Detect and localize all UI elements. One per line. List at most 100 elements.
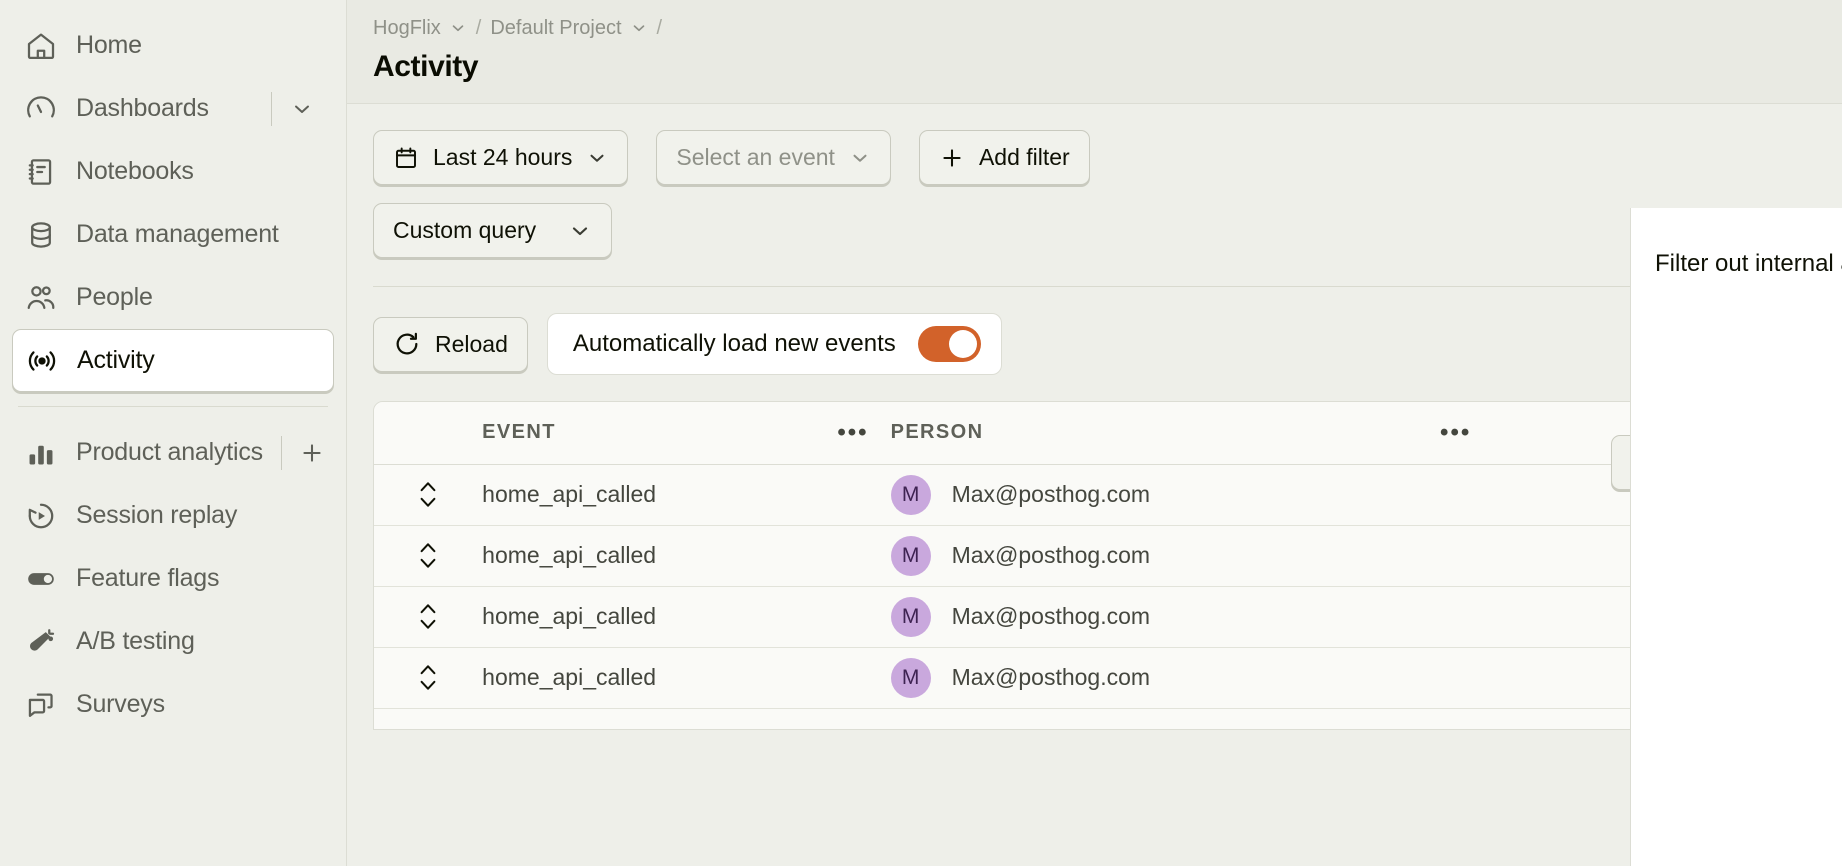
cell-person: M Max@posthog.com: [890, 525, 1494, 587]
sidebar-item-surveys[interactable]: Surveys: [12, 673, 334, 736]
dashboard-gauge-icon: [24, 92, 58, 126]
sidebar-item-session-replay[interactable]: Session replay: [12, 484, 334, 547]
person-email[interactable]: Max@posthog.com: [952, 481, 1151, 508]
avatar: M: [890, 474, 931, 515]
filter-internal-test-users-label: Filter out internal and te: [1655, 250, 1842, 277]
sidebar-item-label: A/B testing: [76, 627, 195, 655]
breadcrumb-project[interactable]: Default Project: [490, 17, 647, 40]
cell-event: home_api_called: [482, 647, 891, 709]
reload-label: Reload: [435, 330, 508, 357]
actions-row: Reload Automatically load new events: [347, 287, 1842, 375]
app-root: Home Dashboards Notebooks Data managemen…: [0, 0, 1842, 866]
date-range-label: Last 24 hours: [433, 144, 573, 170]
column-header-event-label: EVENT: [482, 421, 556, 444]
cell-expand[interactable]: [374, 464, 483, 526]
expand-row-icon[interactable]: [374, 602, 482, 631]
sidebar-item-label: Product analytics: [76, 438, 263, 466]
sidebar-dashboards-actions: [270, 89, 323, 129]
chevron-down-icon: [586, 147, 608, 169]
cell-person: M Max@posthog.com: [890, 464, 1494, 526]
date-range-filter[interactable]: Last 24 hours: [373, 130, 629, 185]
expand-row-icon[interactable]: [374, 663, 482, 692]
sidebar-item-home[interactable]: Home: [12, 14, 334, 77]
sidebar-item-label: Surveys: [76, 690, 165, 718]
query-kind-label: Custom query: [393, 217, 537, 243]
sidebar-item-activity[interactable]: Activity: [12, 329, 334, 392]
toggle-knob: [948, 330, 977, 358]
sidebar-item-ab-testing[interactable]: A/B testing: [12, 610, 334, 673]
avatar: M: [890, 596, 931, 637]
cell-person: M Max@posthog.com: [890, 647, 1494, 709]
chevron-down-icon: [568, 219, 592, 243]
event-select-label: Select an event: [676, 144, 835, 170]
refresh-icon: [393, 330, 421, 358]
cell-event: home_api_called: [482, 586, 891, 648]
toggle-switch[interactable]: [917, 326, 981, 362]
top-bar: HogFlix / Default Project / Activity: [347, 0, 1842, 104]
breadcrumb-project-label: Default Project: [490, 16, 622, 39]
sidebar-item-label: Feature flags: [76, 564, 220, 592]
chevron-down-icon[interactable]: [282, 89, 322, 129]
page-title: Activity: [373, 50, 479, 83]
column-header-person[interactable]: PERSON •••: [890, 402, 1494, 465]
sidebar-item-dashboards[interactable]: Dashboards: [12, 77, 334, 140]
sidebar: Home Dashboards Notebooks Data managemen…: [0, 0, 347, 866]
sidebar-item-people[interactable]: People: [12, 266, 334, 329]
query-kind-row: Custom query: [347, 185, 1842, 258]
column-header-expand: [374, 402, 483, 465]
person-email[interactable]: Max@posthog.com: [952, 603, 1151, 630]
activity-broadcast-icon: [25, 344, 59, 378]
content-area: Last 24 hours Select an event Add filter…: [347, 104, 1842, 866]
surveys-icon: [24, 688, 58, 722]
bar-chart-icon: [24, 436, 58, 470]
add-filter-button[interactable]: Add filter: [918, 130, 1090, 185]
sidebar-item-label: People: [76, 283, 153, 311]
expand-row-icon[interactable]: [374, 541, 482, 570]
auto-load-events-label: Automatically load new events: [572, 330, 896, 357]
table-row[interactable]: home_api_called M Max@posthog.com postho…: [374, 586, 1841, 648]
cell-event: home_api_called: [482, 464, 891, 526]
cell-expand[interactable]: [374, 586, 483, 648]
breadcrumb-org[interactable]: HogFlix: [373, 17, 467, 40]
sidebar-item-label: Data management: [76, 220, 279, 248]
plus-icon[interactable]: [292, 433, 332, 473]
query-kind-select[interactable]: Custom query: [373, 203, 613, 258]
auto-load-events-toggle[interactable]: Automatically load new events: [546, 313, 1002, 375]
toggle-icon: [24, 562, 58, 596]
divider: [280, 435, 283, 470]
table-row[interactable]: home_api_called M Max@posthog.com postho…: [374, 647, 1841, 709]
expand-row-icon[interactable]: [374, 480, 482, 509]
sidebar-item-label: Notebooks: [76, 157, 194, 185]
breadcrumb-separator-trailing: /: [656, 16, 663, 39]
breadcrumb: HogFlix / Default Project /: [373, 14, 1842, 42]
filter-internal-test-users-option[interactable]: Filter out internal and te: [1655, 235, 1842, 293]
table-body: home_api_called M Max@posthog.com postho…: [374, 464, 1841, 709]
sidebar-item-data-management[interactable]: Data management: [12, 203, 334, 266]
sidebar-item-notebooks[interactable]: Notebooks: [12, 140, 334, 203]
cell-expand[interactable]: [374, 525, 483, 587]
breadcrumb-separator: /: [475, 16, 482, 39]
event-select-filter[interactable]: Select an event: [656, 130, 891, 185]
chevron-down-icon: [849, 147, 871, 169]
sidebar-item-label: Home: [76, 31, 142, 59]
table-row[interactable]: home_api_called M Max@posthog.com postho…: [374, 525, 1841, 587]
sidebar-divider: [18, 406, 328, 407]
chevron-down-icon: [452, 25, 464, 32]
person-email[interactable]: Max@posthog.com: [952, 542, 1151, 569]
play-replay-icon: [24, 499, 58, 533]
sidebar-item-label: Dashboards: [76, 94, 209, 122]
column-header-person-label: PERSON: [890, 421, 984, 444]
person-email[interactable]: Max@posthog.com: [952, 664, 1151, 691]
column-header-event[interactable]: EVENT •••: [482, 402, 891, 465]
sidebar-item-feature-flags[interactable]: Feature flags: [12, 547, 334, 610]
plus-icon: [939, 145, 965, 171]
cell-expand[interactable]: [374, 647, 483, 709]
cell-event: home_api_called: [482, 525, 891, 587]
reload-button[interactable]: Reload: [373, 316, 528, 372]
filters-row: Last 24 hours Select an event Add filter: [347, 104, 1842, 185]
notebook-icon: [24, 155, 58, 189]
right-side-panel: Filter out internal and te: [1630, 208, 1842, 866]
sidebar-item-product-analytics[interactable]: Product analytics: [12, 421, 334, 484]
divider: [270, 91, 272, 126]
calendar-icon: [393, 145, 419, 171]
